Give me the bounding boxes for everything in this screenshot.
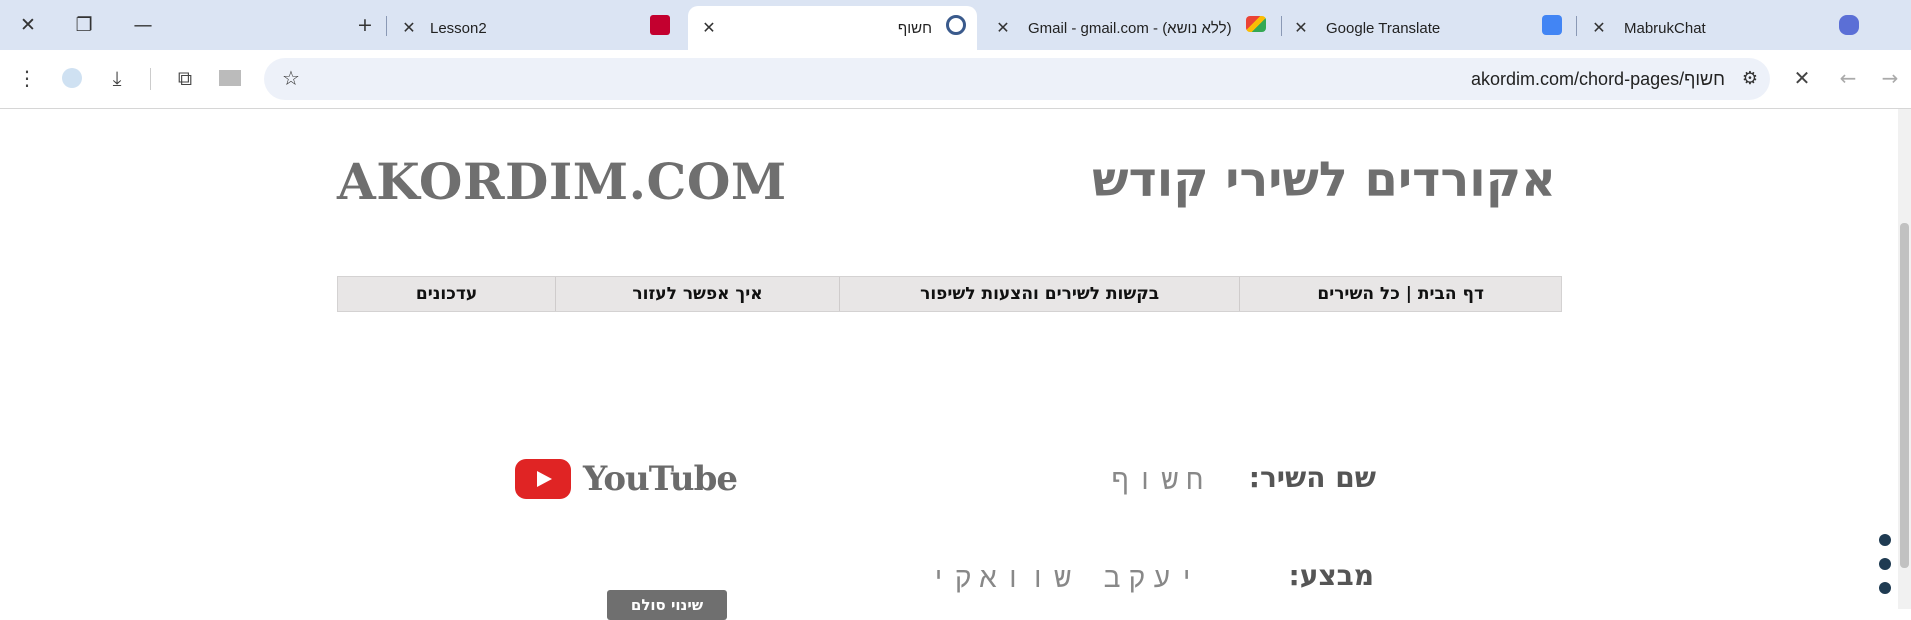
tab-mabrukchat[interactable]: ✕ MabrukChat — [1588, 6, 1878, 50]
translate-icon — [1542, 15, 1562, 35]
site-settings-icon[interactable]: ⚙ — [1742, 68, 1758, 89]
profile-icon[interactable] — [58, 64, 86, 92]
tab-lesson2[interactable]: ✕ Lesson2 — [398, 6, 680, 50]
tab-title: חשוף — [897, 19, 932, 37]
nav-updates[interactable]: עדכונים — [338, 277, 555, 311]
song-name-value: חשוף — [1111, 463, 1211, 496]
web-page — [0, 109, 1898, 609]
site-logo-english[interactable]: AKORDIM.COM — [337, 152, 787, 211]
close-tab-icon[interactable]: ✕ — [992, 18, 1014, 38]
tab-title: (ללא נושא) - Gmail - gmail.com — [1028, 19, 1232, 37]
nav-requests[interactable]: בקשות לשירים והצעות לשיפור — [838, 277, 1239, 311]
youtube-wordmark: YouTube — [583, 459, 738, 499]
tab-active[interactable]: ✕ חשוף — [688, 6, 977, 50]
performer-value: יעקב שוואקי — [930, 561, 1203, 594]
close-window-icon[interactable]: ✕ — [13, 10, 43, 40]
address-bar[interactable]: ☆ akordim.com/chord-pages/חשוף ⚙ — [264, 58, 1770, 100]
close-tab-icon[interactable]: ✕ — [698, 18, 720, 38]
tab-title: Lesson2 — [430, 19, 487, 37]
site-nav: דף הבית | כל השירים בקשות לשירים והצעות … — [337, 276, 1562, 312]
close-tab-icon[interactable]: ✕ — [1588, 18, 1610, 38]
tab-google-translate[interactable]: ✕ Google Translate — [1290, 6, 1578, 50]
tab-gmail[interactable]: ✕ (ללא נושא) - Gmail - gmail.com — [992, 6, 1282, 50]
tab-title: Google Translate — [1326, 19, 1441, 37]
youtube-play-icon — [515, 459, 571, 499]
forward-arrow-icon[interactable]: → — [1876, 64, 1904, 92]
stop-loading-icon[interactable]: ✕ — [1788, 64, 1816, 92]
download-icon[interactable]: ⤓ — [103, 64, 131, 92]
minimize-window-icon[interactable]: — — [128, 10, 158, 40]
bookmark-star-icon[interactable]: ☆ — [282, 66, 300, 90]
gmail-icon — [1246, 16, 1266, 32]
scrollbar[interactable] — [1898, 109, 1911, 609]
extension-thumbnail-icon[interactable] — [216, 64, 244, 92]
performer-label: מבצע: — [1288, 559, 1374, 592]
akordim-icon — [946, 15, 966, 35]
floating-menu-dots-icon[interactable] — [1879, 534, 1891, 606]
url-text[interactable]: akordim.com/chord-pages/חשוף — [1471, 58, 1725, 100]
back-arrow-icon[interactable]: ← — [1834, 64, 1862, 92]
restore-window-icon[interactable]: ❐ — [69, 10, 99, 40]
robot-icon — [1839, 15, 1859, 35]
change-key-button[interactable]: שינוי סולם — [607, 590, 727, 620]
browser-toolbar: ⋮ ⤓ ⧉ ☆ akordim.com/chord-pages/חשוף ⚙ ✕… — [0, 50, 1911, 109]
close-tab-icon[interactable]: ✕ — [1290, 18, 1312, 38]
scrollbar-thumb[interactable] — [1900, 223, 1909, 568]
song-name-label: שם השיר: — [1248, 461, 1376, 494]
tab-title: MabrukChat — [1624, 19, 1706, 37]
nav-home-all-songs[interactable]: דף הבית | כל השירים — [1239, 277, 1561, 311]
site-logo-hebrew[interactable]: אקורדים לשירי קודש — [1092, 152, 1556, 208]
angular-icon — [650, 15, 670, 35]
new-tab-icon[interactable]: + — [350, 10, 380, 40]
more-menu-icon[interactable]: ⋮ — [13, 64, 41, 92]
close-tab-icon[interactable]: ✕ — [398, 18, 420, 38]
nav-how-to-help[interactable]: איך אפשר לעזור — [555, 277, 839, 311]
extensions-icon[interactable]: ⧉ — [171, 64, 199, 92]
browser-tab-bar: ✕ ❐ — + ✕ Lesson2 ✕ חשוף ✕ (ללא נושא) - … — [0, 0, 1911, 50]
youtube-link[interactable]: YouTube — [515, 459, 738, 499]
